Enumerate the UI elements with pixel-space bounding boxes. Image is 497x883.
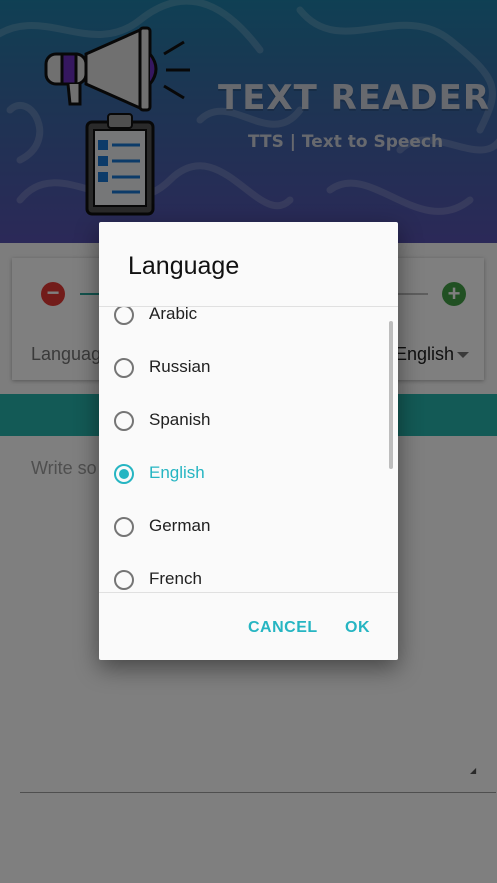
radio-unchecked-icon[interactable] <box>114 517 134 537</box>
option-label: Spanish <box>149 410 211 429</box>
option-label: Russian <box>149 357 211 376</box>
radio-unchecked-icon[interactable] <box>114 307 134 325</box>
list-scrollbar[interactable] <box>389 321 393 469</box>
language-option-german[interactable]: German <box>99 501 389 553</box>
language-list[interactable]: Arabic Russian Spanish English German Fr… <box>99 307 398 592</box>
option-label: German <box>149 516 211 535</box>
language-option-english[interactable]: English <box>99 448 389 500</box>
option-label: Arabic <box>149 307 198 323</box>
language-option-russian[interactable]: Russian <box>99 342 389 394</box>
radio-unchecked-icon[interactable] <box>114 570 134 590</box>
language-dialog: Language Arabic Russian Spanish English … <box>99 222 398 660</box>
cancel-button[interactable]: CANCEL <box>248 619 318 637</box>
option-label: English <box>149 463 205 482</box>
dialog-divider-bottom <box>99 592 398 593</box>
language-option-french[interactable]: French <box>99 554 389 592</box>
dialog-title: Language <box>128 252 240 280</box>
option-label: French <box>149 569 202 588</box>
language-option-arabic[interactable]: Arabic <box>99 307 389 341</box>
radio-unchecked-icon[interactable] <box>114 358 134 378</box>
language-option-spanish[interactable]: Spanish <box>99 395 389 447</box>
radio-checked-icon[interactable] <box>114 464 134 484</box>
radio-unchecked-icon[interactable] <box>114 411 134 431</box>
ok-button[interactable]: OK <box>345 619 370 637</box>
